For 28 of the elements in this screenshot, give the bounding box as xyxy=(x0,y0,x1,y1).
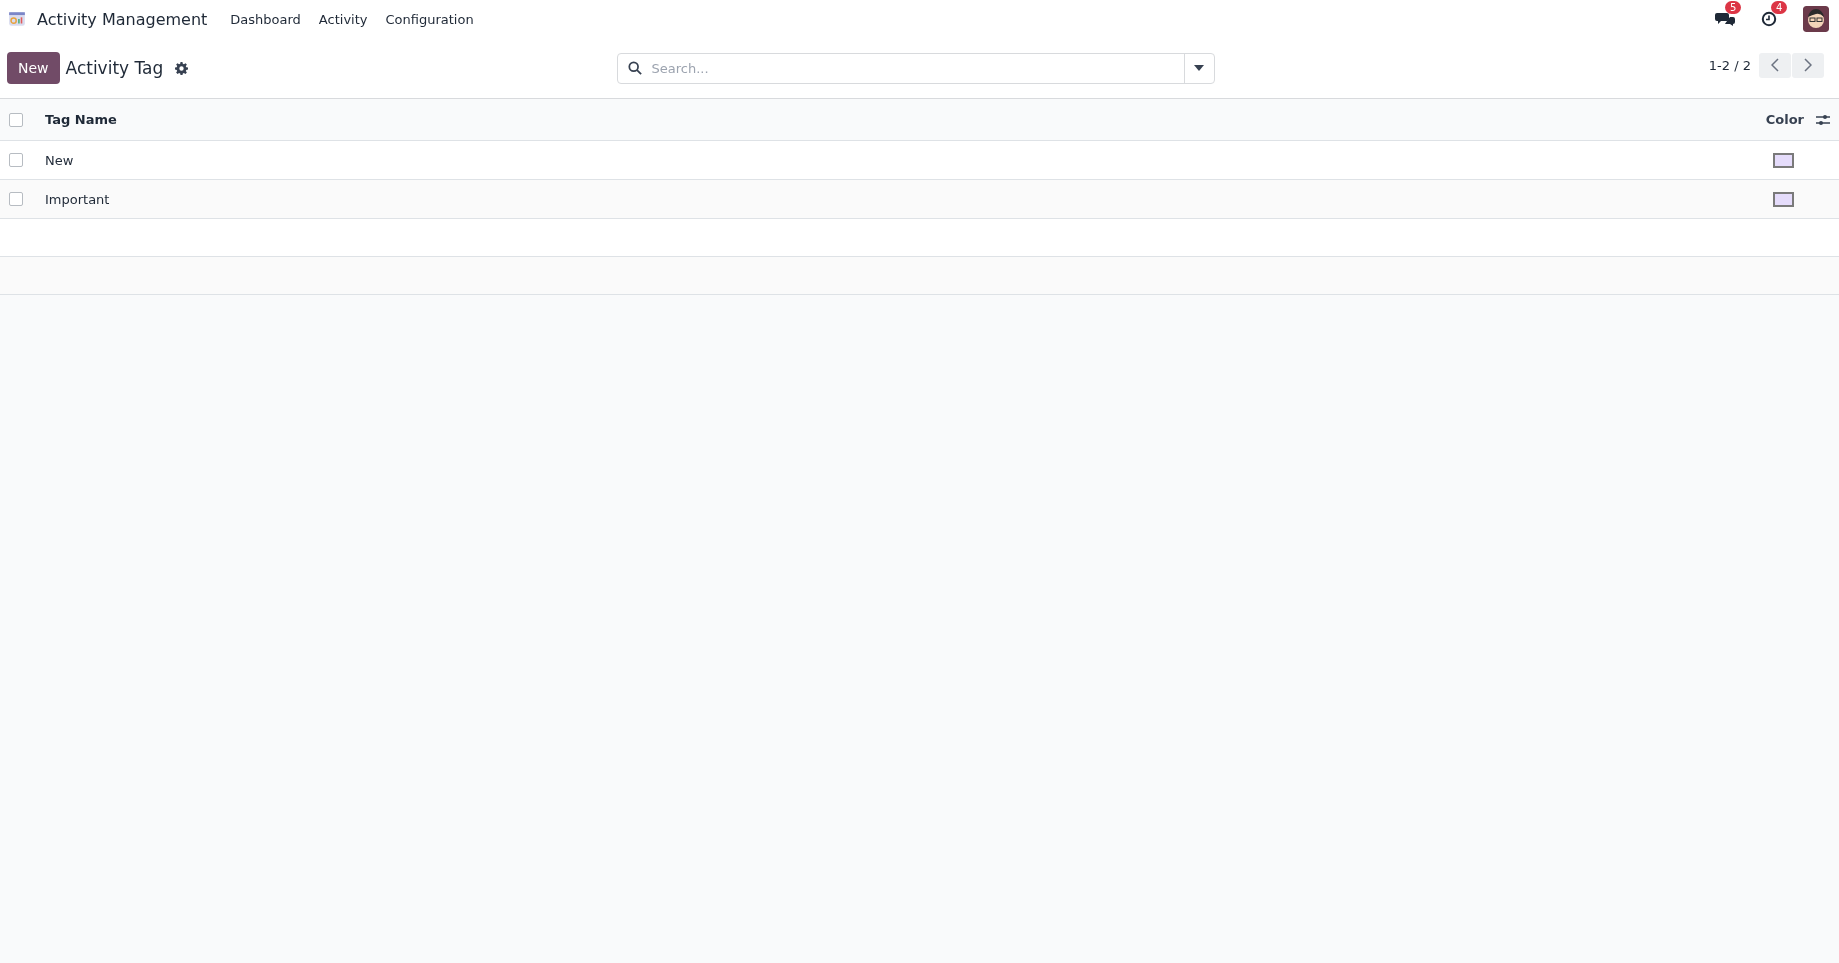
menu-item[interactable]: Configuration xyxy=(376,7,483,31)
search-field[interactable]: Search... xyxy=(649,59,1184,77)
app-name[interactable]: Activity Management xyxy=(37,9,208,29)
settings-icon[interactable] xyxy=(175,61,189,75)
column-header[interactable]: Color xyxy=(1765,112,1804,127)
search-bar[interactable]: Search... xyxy=(616,52,1215,84)
app-logo-icon[interactable] xyxy=(8,10,26,28)
message-count-badge: 5 xyxy=(1725,1,1742,14)
chevron-right-icon xyxy=(1804,58,1812,72)
column-header[interactable]: Tag Name xyxy=(45,112,1766,127)
activity-count-badge: 4 xyxy=(1771,1,1788,14)
user-avatar-icon[interactable] xyxy=(1803,6,1829,32)
chevron-left-icon xyxy=(1771,58,1779,72)
search-icon xyxy=(627,61,642,75)
select-all-checkbox[interactable] xyxy=(9,112,23,127)
new-button[interactable]: New xyxy=(7,52,60,84)
pager-value[interactable]: 1-2 / 2 xyxy=(1708,57,1751,73)
menu-item[interactable]: Activity xyxy=(309,7,377,31)
row-checkbox[interactable] xyxy=(9,192,23,206)
chat-icon[interactable] xyxy=(1715,11,1735,27)
menu-item[interactable]: Dashboard xyxy=(221,7,310,31)
breadcrumb-title: Activity Tag xyxy=(65,58,164,78)
table-cell-text: New xyxy=(45,152,75,168)
clock-icon[interactable] xyxy=(1761,11,1777,27)
sliders-icon[interactable] xyxy=(1816,113,1830,126)
row-checkbox[interactable] xyxy=(9,153,23,167)
caret-icon xyxy=(1194,65,1204,71)
table-cell-text: Important xyxy=(45,191,111,207)
